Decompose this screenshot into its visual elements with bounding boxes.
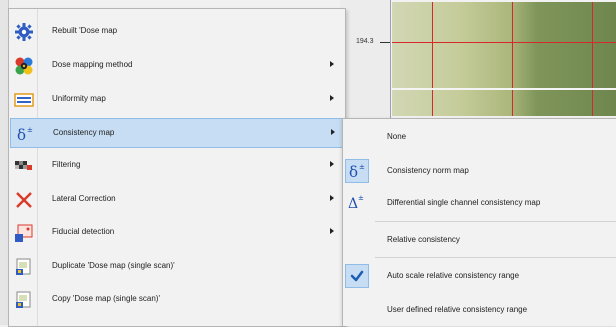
ruler-value: 194.3 (356, 38, 374, 45)
cross-icon (14, 190, 34, 210)
grid-line (432, 2, 433, 116)
context-menu: Rebuilt 'Dose map Dose mapping method Un… (8, 8, 346, 327)
submenu-item-label: Consistency norm map (387, 166, 469, 175)
menu-item-label: Uniformity map (52, 94, 106, 103)
consistency-submenu: None δ ± Consistency norm map Δ ± Differ… (342, 118, 616, 326)
gear-icon (14, 22, 34, 42)
menu-item-label: Consistency map (53, 128, 115, 137)
menu-item-label: Duplicate 'Dose map (single scan)' (52, 261, 175, 270)
vertical-ruler: 194.3 (340, 0, 391, 118)
dose-map-image[interactable] (392, 2, 616, 116)
menu-item-fiducial-detection[interactable]: Fiducial detection (10, 218, 344, 248)
delta-icon: δ ± (345, 159, 369, 183)
submenu-item-label: None (387, 132, 407, 141)
grid-line (512, 2, 513, 116)
menu-item-duplicate[interactable]: Duplicate 'Dose map (single scan)' (10, 252, 344, 282)
svg-text:±: ± (359, 163, 365, 171)
submenu-item-differential-single-channel[interactable]: Δ ± Differential single channel consiste… (343, 189, 616, 217)
menu-item-uniformity-map[interactable]: Uniformity map (10, 85, 344, 115)
submenu-arrow-icon (330, 161, 334, 167)
submenu-item-auto-scale-range[interactable]: Auto scale relative consistency range (343, 262, 616, 290)
copy-icon (14, 290, 34, 310)
fiducial-icon (14, 223, 34, 243)
menu-item-label: Lateral Correction (52, 194, 116, 203)
duplicate-icon (14, 257, 34, 277)
profile-line (392, 88, 616, 90)
capital-delta-icon: Δ ± (345, 191, 369, 215)
submenu-item-consistency-norm-map[interactable]: δ ± Consistency norm map (343, 157, 616, 185)
radiation-icon (14, 56, 34, 76)
delta-icon: δ ± (15, 124, 35, 144)
menu-item-consistency-map[interactable]: δ ± Consistency map (10, 118, 344, 148)
uniformity-icon (14, 90, 34, 110)
menu-item-label: Filtering (52, 160, 81, 169)
menu-item-rebuilt-dose-map[interactable]: Rebuilt 'Dose map (10, 17, 344, 47)
menu-item-dose-mapping-method[interactable]: Dose mapping method (10, 51, 344, 81)
filter-icon (14, 156, 34, 176)
svg-text:δ: δ (349, 163, 358, 181)
dose-map-view: 194.3 (340, 0, 616, 118)
menu-item-copy[interactable]: Copy 'Dose map (single scan)' (10, 285, 344, 315)
submenu-separator (375, 257, 616, 258)
svg-text:δ: δ (17, 126, 26, 144)
grid-line (392, 42, 616, 43)
menu-item-label: Copy 'Dose map (single scan)' (52, 294, 160, 303)
submenu-arrow-icon (330, 61, 334, 67)
menu-item-label: Rebuilt 'Dose map (52, 26, 118, 35)
submenu-arrow-icon (330, 228, 334, 234)
submenu-item-label: User defined relative consistency range (387, 305, 528, 314)
svg-text:±: ± (27, 126, 33, 134)
menu-item-filtering[interactable]: Filtering (10, 151, 344, 181)
submenu-arrow-icon (330, 195, 334, 201)
submenu-arrow-icon (331, 129, 335, 135)
svg-text:±: ± (358, 194, 364, 202)
submenu-item-label: Relative consistency (387, 235, 460, 244)
submenu-separator (375, 221, 616, 222)
grid-line (592, 2, 593, 116)
submenu-item-user-defined-range[interactable]: User defined relative consistency range (343, 296, 616, 324)
svg-text:Δ: Δ (348, 196, 358, 212)
menu-item-label: Dose mapping method (52, 60, 133, 69)
submenu-item-label: Differential single channel consistency … (387, 198, 541, 207)
ruler-tick (380, 42, 390, 43)
submenu-arrow-icon (330, 95, 334, 101)
menu-item-lateral-correction[interactable]: Lateral Correction (10, 185, 344, 215)
submenu-item-none[interactable]: None (343, 123, 616, 151)
submenu-item-label: Auto scale relative consistency range (387, 271, 520, 280)
menu-item-label: Fiducial detection (52, 227, 115, 236)
check-icon (345, 264, 369, 288)
submenu-item-relative-consistency[interactable]: Relative consistency (343, 226, 616, 254)
